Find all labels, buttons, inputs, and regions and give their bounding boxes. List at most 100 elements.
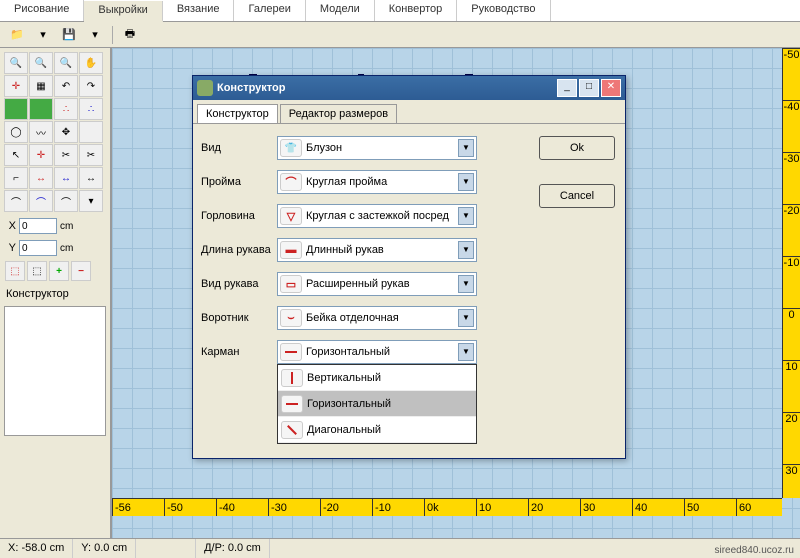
combo-value: Круглая пройма [306, 176, 458, 188]
mirror-y-icon[interactable]: ↔ [54, 167, 78, 189]
combo-value: Бейка отделочная [306, 312, 458, 324]
select-rect-icon[interactable]: ⬚ [5, 261, 25, 281]
app-icon [197, 80, 213, 96]
x-input[interactable] [19, 218, 57, 234]
combo-value: Горизонтальный [306, 346, 458, 358]
grid-icon[interactable]: ▦ [29, 75, 53, 97]
collar-icon: ⌣ [280, 309, 302, 327]
ruler-vertical: -50-40-30-20-100102030 [782, 48, 800, 498]
mirror-x-icon[interactable]: ↔ [29, 167, 53, 189]
armhole-icon: ⌒ [280, 173, 302, 191]
chevron-down-icon[interactable]: ▼ [458, 207, 474, 225]
chevron-down-icon[interactable]: ▼ [458, 139, 474, 157]
chevron-down-icon[interactable]: ▼ [458, 343, 474, 361]
preview-area [4, 306, 106, 436]
tab-size-editor[interactable]: Редактор размеров [280, 104, 397, 123]
tab-galleries[interactable]: Галереи [234, 0, 305, 21]
blank-icon [79, 121, 103, 143]
select-icon[interactable]: ↖ [4, 144, 28, 166]
tab-converter[interactable]: Конвертор [375, 0, 457, 21]
dropdown-item-diagonal[interactable]: Диагональный [278, 417, 476, 443]
x-label: X [6, 220, 16, 232]
print-icon[interactable]: 🖶 [119, 25, 141, 45]
move-icon[interactable]: ✥ [54, 121, 78, 143]
tab-constructor[interactable]: Конструктор [197, 104, 278, 123]
ok-button[interactable]: Ok [539, 136, 615, 160]
curve-a-icon[interactable]: ⌒ [4, 190, 28, 212]
tab-patterns[interactable]: Выкройки [84, 1, 162, 22]
curve-y-icon[interactable]: ⌒ [29, 190, 53, 212]
circle-icon[interactable]: ◯ [4, 121, 28, 143]
back-piece-icon[interactable] [29, 98, 53, 120]
chevron-down-icon[interactable]: ▾ [32, 25, 54, 45]
ruler-horizontal: -56-50-40-30-20-100k102030405060 [112, 498, 782, 516]
remove-icon[interactable]: − [71, 261, 91, 281]
chevron-down-icon[interactable]: ▼ [458, 173, 474, 191]
undo-icon[interactable]: ↶ [54, 75, 78, 97]
status-empty [136, 539, 196, 558]
dropdown-item-label: Диагональный [307, 424, 381, 436]
pocket-icon [280, 343, 302, 361]
zoom-fit-icon[interactable]: 🔍 [54, 52, 78, 74]
unit-label: cm [60, 221, 73, 232]
zoom-out-icon[interactable]: 🔍 [29, 52, 53, 74]
path-icon[interactable]: 〰 [29, 121, 53, 143]
combo-neckline[interactable]: ▽ Круглая с застежкой посред ▼ [277, 204, 477, 228]
open-icon[interactable]: 📁 [6, 25, 28, 45]
combo-sleeve-type[interactable]: ▭ Расширенный рукав ▼ [277, 272, 477, 296]
sleeve-len-icon: ▬ [280, 241, 302, 259]
zoom-in-icon[interactable]: 🔍 [4, 52, 28, 74]
combo-collar[interactable]: ⌣ Бейка отделочная ▼ [277, 306, 477, 330]
cut-b-icon[interactable]: ✂ [79, 144, 103, 166]
combo-armhole[interactable]: ⌒ Круглая пройма ▼ [277, 170, 477, 194]
dialog-titlebar[interactable]: Конструктор _ □ ✕ [193, 76, 625, 100]
dropdown-item-label: Вертикальный [307, 372, 381, 384]
combo-value: Расширенный рукав [306, 278, 458, 290]
combo-value: Блузон [306, 142, 458, 154]
close-button[interactable]: ✕ [601, 79, 621, 97]
tab-manual[interactable]: Руководство [457, 0, 550, 21]
status-bar: X: -58.0 cm Y: 0.0 cm Д/Р: 0.0 cm [0, 538, 800, 558]
field-label-pocket: Карман [201, 346, 277, 358]
combo-value: Круглая с застежкой посред [306, 210, 458, 222]
pan-icon[interactable]: ✋ [79, 52, 103, 74]
sleeve-type-icon: ▭ [280, 275, 302, 293]
chevron-down-icon[interactable]: ▾ [84, 25, 106, 45]
redo-icon[interactable]: ↷ [79, 75, 103, 97]
corner-a-icon[interactable]: ⌐ [4, 167, 28, 189]
tab-models[interactable]: Модели [306, 0, 375, 21]
save-icon[interactable]: 💾 [58, 25, 80, 45]
node-x-icon[interactable]: ✛ [29, 144, 53, 166]
y-input[interactable] [19, 240, 57, 256]
dropdown-item-horizontal[interactable]: Горизонтальный [278, 391, 476, 417]
tab-knitting[interactable]: Вязание [163, 0, 235, 21]
cancel-button[interactable]: Cancel [539, 184, 615, 208]
chevron-down-icon[interactable]: ▼ [458, 275, 474, 293]
combo-sleeve-len[interactable]: ▬ Длинный рукав ▼ [277, 238, 477, 262]
combo-pocket[interactable]: Горизонтальный ▼ [277, 340, 477, 364]
combo-type[interactable]: 👕 Блузон ▼ [277, 136, 477, 160]
maximize-button[interactable]: □ [579, 79, 599, 97]
curve-b-icon[interactable]: ⌒ [54, 190, 78, 212]
main-tabs: Рисование Выкройки Вязание Галереи Модел… [0, 0, 800, 22]
cut-a-icon[interactable]: ✂ [54, 144, 78, 166]
tab-drawing[interactable]: Рисование [0, 0, 84, 21]
crosshair-icon[interactable]: ✛ [4, 75, 28, 97]
chevron-down-icon[interactable]: ▾ [79, 190, 103, 212]
dropdown-item-label: Горизонтальный [307, 398, 391, 410]
minimize-button[interactable]: _ [557, 79, 577, 97]
dropdown-item-vertical[interactable]: Вертикальный [278, 365, 476, 391]
status-x: X: -58.0 cm [0, 539, 73, 558]
add-icon[interactable]: + [49, 261, 69, 281]
coord-x-row: X cm [2, 216, 108, 236]
watermark: sireed840.ucoz.ru [715, 545, 795, 556]
main-toolbar: 📁 ▾ 💾 ▾ 🖶 [0, 22, 800, 48]
front-piece-icon[interactable] [4, 98, 28, 120]
deselect-icon[interactable]: ⬚ [27, 261, 47, 281]
points-a-icon[interactable]: ∴ [54, 98, 78, 120]
y-label: Y [6, 242, 16, 254]
points-b-icon[interactable]: ∴ [79, 98, 103, 120]
chevron-down-icon[interactable]: ▼ [458, 241, 474, 259]
chevron-down-icon[interactable]: ▼ [458, 309, 474, 327]
mirror-xy-icon[interactable]: ↔ [79, 167, 103, 189]
